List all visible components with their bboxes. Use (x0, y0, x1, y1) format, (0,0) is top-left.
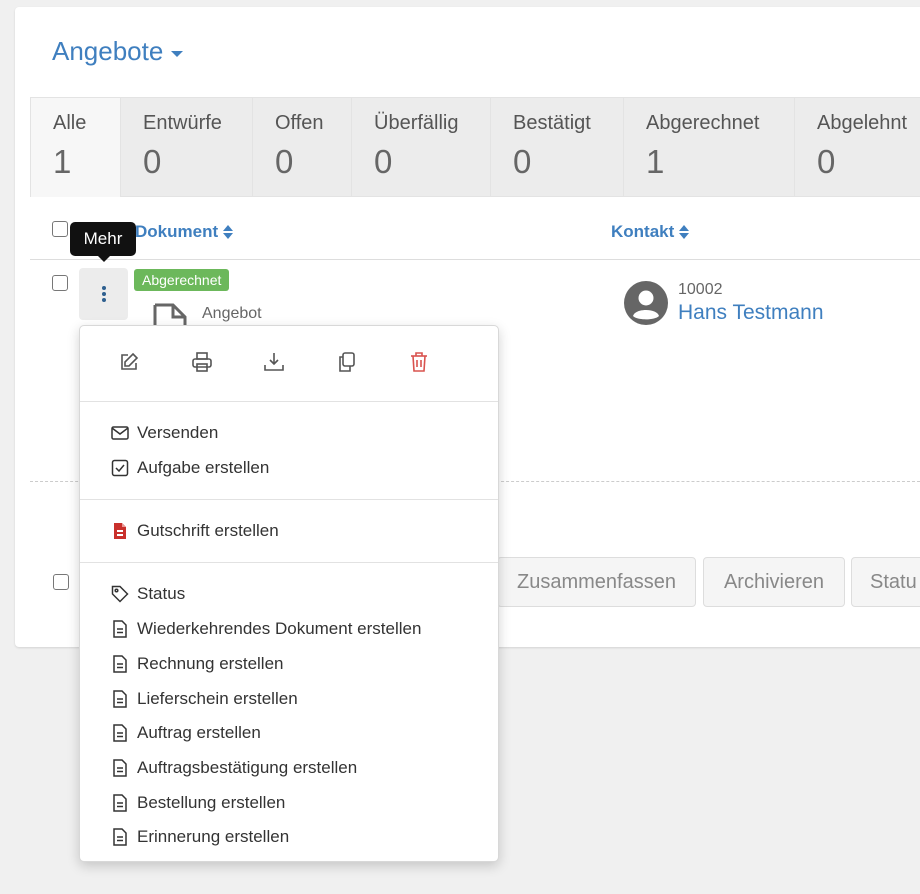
tab-label: Offen (275, 112, 324, 134)
user-icon (624, 281, 668, 325)
menu-divider (80, 499, 498, 500)
menu-item-label: Versenden (137, 423, 219, 442)
sort-icon (679, 225, 690, 239)
contact-name-link[interactable]: Hans Testmann (678, 301, 824, 325)
column-header-label: Dokument (135, 222, 219, 241)
tab-label: Entwürfe (143, 112, 222, 134)
tab-abgelehnt[interactable]: Abgelehnt 0 (795, 97, 920, 197)
edit-icon[interactable] (116, 349, 142, 375)
checkbox-icon (111, 459, 129, 477)
tab-abgerechnet[interactable]: Abgerechnet 1 (624, 97, 795, 197)
document-type: Angebot (202, 305, 262, 322)
menu-item-bestellung-erstellen[interactable]: Bestellung erstellen (111, 790, 285, 816)
menu-item-lieferschein-erstellen[interactable]: Lieferschein erstellen (111, 686, 298, 712)
menu-item-label: Wiederkehrendes Dokument erstellen (137, 619, 422, 638)
tab-count: 0 (817, 143, 836, 180)
menu-item-wiederkehrendes-dokument[interactable]: Wiederkehrendes Dokument erstellen (111, 616, 421, 642)
document-icon (113, 794, 127, 812)
tab-count: 0 (275, 143, 294, 180)
more-actions-menu: Versenden Aufgabe erstellen Gutschrift e… (79, 325, 499, 862)
tag-icon (111, 585, 129, 603)
document-icon (113, 655, 127, 673)
menu-item-erinnerung-erstellen[interactable]: Erinnerung erstellen (111, 824, 289, 850)
menu-item-label: Aufgabe erstellen (137, 458, 270, 477)
menu-item-rechnung-erstellen[interactable]: Rechnung erstellen (111, 651, 283, 677)
menu-item-status[interactable]: Status (111, 581, 185, 607)
tab-bestaetigt[interactable]: Bestätigt 0 (491, 97, 624, 197)
menu-divider (80, 401, 498, 402)
tab-label: Abgelehnt (817, 112, 908, 134)
document-icon (113, 690, 127, 708)
credit-note-icon (114, 523, 126, 539)
download-icon[interactable] (261, 349, 287, 375)
menu-item-aufgabe-erstellen[interactable]: Aufgabe erstellen (111, 455, 269, 481)
tab-label: Bestätigt (513, 112, 591, 134)
status-button[interactable]: Statu (851, 557, 920, 607)
column-header-document[interactable]: Dokument (135, 222, 234, 242)
print-icon[interactable] (189, 349, 215, 375)
vertical-dots-icon (101, 286, 106, 302)
document-icon (113, 620, 127, 638)
page-title[interactable]: Angebote (52, 36, 184, 67)
caret-down-icon (171, 50, 184, 57)
tab-offen[interactable]: Offen 0 (253, 97, 352, 197)
tab-label: Alle (53, 112, 87, 134)
status-badge: Abgerechnet (134, 269, 230, 291)
document-icon (113, 828, 127, 846)
avatar (624, 281, 668, 330)
menu-item-label: Status (137, 584, 186, 603)
tab-count: 0 (143, 143, 162, 180)
tab-entwuerfe[interactable]: Entwürfe 0 (121, 97, 253, 197)
menu-item-auftrag-erstellen[interactable]: Auftrag erstellen (111, 720, 261, 746)
tab-ueberfaellig[interactable]: Überfällig 0 (352, 97, 491, 197)
tab-alle[interactable]: Alle 1 (30, 97, 121, 197)
bulk-select-checkbox[interactable] (53, 574, 69, 590)
tab-label: Überfällig (374, 112, 459, 134)
select-all-checkbox[interactable] (52, 221, 68, 237)
merge-button[interactable]: Zusammenfassen (497, 557, 696, 607)
tab-count: 1 (53, 143, 72, 180)
envelope-icon (111, 426, 129, 440)
tab-count: 0 (374, 143, 393, 180)
archive-button[interactable]: Archivieren (703, 557, 845, 607)
contact-number: 10002 (678, 281, 723, 298)
status-tabs: Alle 1 Entwürfe 0 Offen 0 Überfällig 0 B… (30, 97, 920, 199)
tab-count: 0 (513, 143, 532, 180)
menu-item-label: Gutschrift erstellen (137, 521, 279, 540)
trash-icon[interactable] (406, 349, 432, 375)
menu-item-label: Auftragsbestätigung erstellen (137, 758, 358, 777)
column-header-contact[interactable]: Kontakt (611, 222, 690, 242)
document-icon (113, 759, 127, 777)
menu-item-label: Auftrag erstellen (137, 723, 261, 742)
menu-item-versenden[interactable]: Versenden (111, 420, 218, 446)
table-header-divider (30, 259, 920, 260)
menu-item-label: Bestellung erstellen (137, 793, 286, 812)
menu-item-label: Rechnung erstellen (137, 654, 284, 673)
document-icon (113, 724, 127, 742)
menu-item-gutschrift-erstellen[interactable]: Gutschrift erstellen (111, 518, 279, 544)
more-actions-button[interactable] (79, 268, 128, 320)
menu-divider (80, 562, 498, 563)
copy-icon[interactable] (334, 349, 360, 375)
menu-item-label: Lieferschein erstellen (137, 689, 298, 708)
tab-count: 1 (646, 143, 665, 180)
page-title-label: Angebote (52, 36, 164, 66)
quick-action-bar (80, 326, 498, 402)
tab-label: Abgerechnet (646, 112, 760, 134)
tooltip-more: Mehr (70, 222, 136, 262)
menu-item-auftragsbestaetigung-erstellen[interactable]: Auftragsbestätigung erstellen (111, 755, 357, 781)
menu-item-label: Erinnerung erstellen (137, 827, 290, 846)
row-checkbox[interactable] (52, 275, 68, 291)
column-header-label: Kontakt (611, 222, 675, 241)
sort-icon (223, 225, 234, 239)
